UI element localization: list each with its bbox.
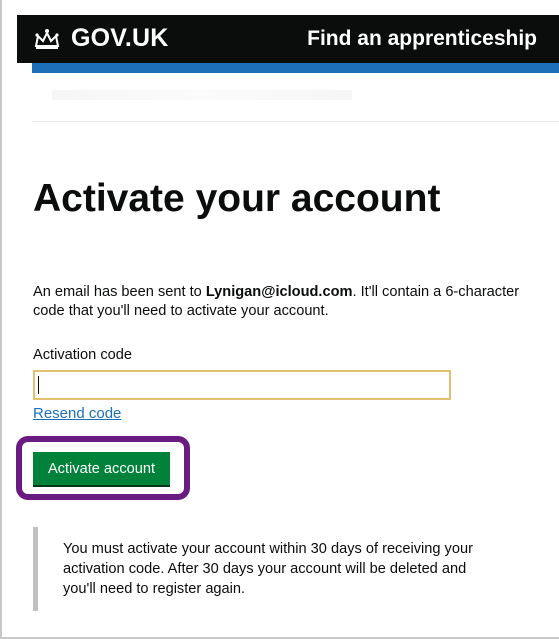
- crown-icon: [34, 28, 60, 49]
- page-title: Activate your account: [33, 177, 441, 220]
- resend-code-link[interactable]: Resend code: [33, 405, 121, 422]
- browser-viewport: GOV.UK Find an apprenticeship Activate y…: [0, 0, 559, 639]
- text-caret: [38, 376, 39, 394]
- email-address: Lynigan@icloud.com: [205, 284, 353, 300]
- header-blue-bar: [32, 63, 559, 73]
- inset-notice: You must activate your account within 30…: [33, 527, 503, 611]
- activation-code-label: Activation code: [33, 347, 132, 363]
- activate-account-button[interactable]: Activate account: [33, 452, 170, 485]
- govuk-logo-link[interactable]: GOV.UK: [33, 24, 169, 53]
- faint-banner-text: [52, 90, 352, 100]
- activation-code-input[interactable]: [33, 370, 451, 400]
- service-name-link[interactable]: Find an apprenticeship: [307, 27, 537, 51]
- phase-banner: [32, 84, 559, 122]
- intro-prefix: An email has been sent to: [33, 284, 206, 300]
- intro-paragraph: An email has been sent to Lynigan@icloud…: [33, 283, 533, 321]
- govuk-header: GOV.UK Find an apprenticeship: [17, 15, 559, 63]
- govuk-logo-text: GOV.UK: [71, 24, 169, 52]
